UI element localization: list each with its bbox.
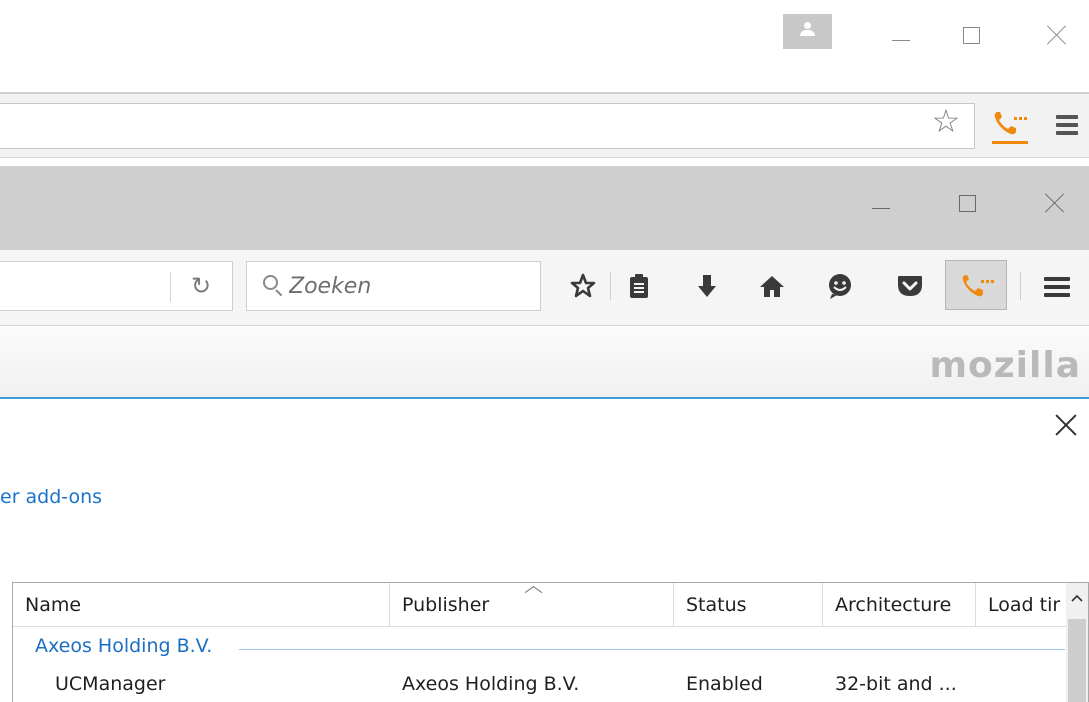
- brand-bar: mozilla: [0, 327, 1089, 399]
- cell-name: UCManager: [55, 673, 166, 695]
- minimize-button[interactable]: [858, 180, 904, 226]
- group-header[interactable]: Axeos Holding B.V.: [13, 629, 1066, 669]
- phone-addon-button[interactable]: [945, 260, 1007, 310]
- star-icon[interactable]: ☆: [929, 104, 963, 138]
- scroll-up-icon[interactable]: [1066, 583, 1088, 613]
- outer-address-bar[interactable]: [0, 103, 975, 149]
- download-arrow-icon[interactable]: [690, 268, 724, 304]
- cell-publisher: Axeos Holding B.V.: [402, 673, 580, 695]
- list-header: Name Publisher Status Architecture Load …: [13, 583, 1088, 627]
- hamburger-icon[interactable]: [1044, 277, 1070, 299]
- vertical-scrollbar[interactable]: [1066, 583, 1088, 702]
- find-add-ons-link[interactable]: er add-ons: [0, 486, 102, 508]
- table-row[interactable]: UCManager Axeos Holding B.V. Enabled 32-…: [13, 671, 1066, 702]
- home-icon[interactable]: [755, 268, 789, 304]
- navigation-toolbar: ↻: [0, 250, 1089, 326]
- column-header-name[interactable]: Name: [13, 583, 390, 627]
- outer-close-button[interactable]: [1034, 12, 1080, 58]
- cell-status: Enabled: [686, 673, 763, 695]
- addons-list: Name Publisher Status Architecture Load …: [12, 582, 1089, 702]
- maximize-icon: [962, 26, 980, 44]
- search-icon: [261, 273, 285, 299]
- sort-ascending-icon: [524, 585, 542, 595]
- mozilla-logo: mozilla: [929, 345, 1081, 386]
- outer-window-titlebar: [0, 0, 1089, 88]
- column-header-architecture[interactable]: Architecture: [823, 583, 976, 627]
- reload-icon[interactable]: ↻: [186, 270, 216, 302]
- dialog-close-button[interactable]: [1054, 414, 1078, 438]
- outer-minimize-button[interactable]: [878, 12, 924, 58]
- group-label: Axeos Holding B.V.: [35, 635, 221, 657]
- clipboard-icon[interactable]: [622, 268, 656, 304]
- pocket-icon[interactable]: [893, 268, 927, 304]
- close-icon: [1044, 192, 1066, 214]
- column-header-load-time[interactable]: Load tir: [976, 583, 1066, 627]
- star-icon[interactable]: [566, 268, 600, 304]
- column-header-status[interactable]: Status: [674, 583, 823, 627]
- close-icon: [1046, 24, 1068, 46]
- search-box[interactable]: [246, 261, 541, 311]
- smiley-icon[interactable]: [823, 268, 857, 304]
- phone-icon[interactable]: [990, 108, 1030, 144]
- hamburger-icon[interactable]: [1056, 115, 1078, 135]
- outer-maximize-button[interactable]: [948, 12, 994, 58]
- minimize-icon: [872, 207, 890, 209]
- cell-architecture: 32-bit and ...: [835, 673, 957, 695]
- minimize-icon: [892, 39, 910, 41]
- firefox-titlebar: [0, 166, 1089, 250]
- user-icon[interactable]: [783, 14, 832, 49]
- phone-icon: [962, 275, 994, 297]
- close-button[interactable]: [1032, 180, 1078, 226]
- scrollbar-thumb[interactable]: [1068, 619, 1086, 702]
- maximize-button[interactable]: [944, 180, 990, 226]
- outer-browser-toolbar: ☆: [0, 92, 1089, 158]
- maximize-icon: [958, 194, 976, 212]
- address-bar[interactable]: ↻: [0, 261, 233, 311]
- search-input[interactable]: [289, 270, 529, 302]
